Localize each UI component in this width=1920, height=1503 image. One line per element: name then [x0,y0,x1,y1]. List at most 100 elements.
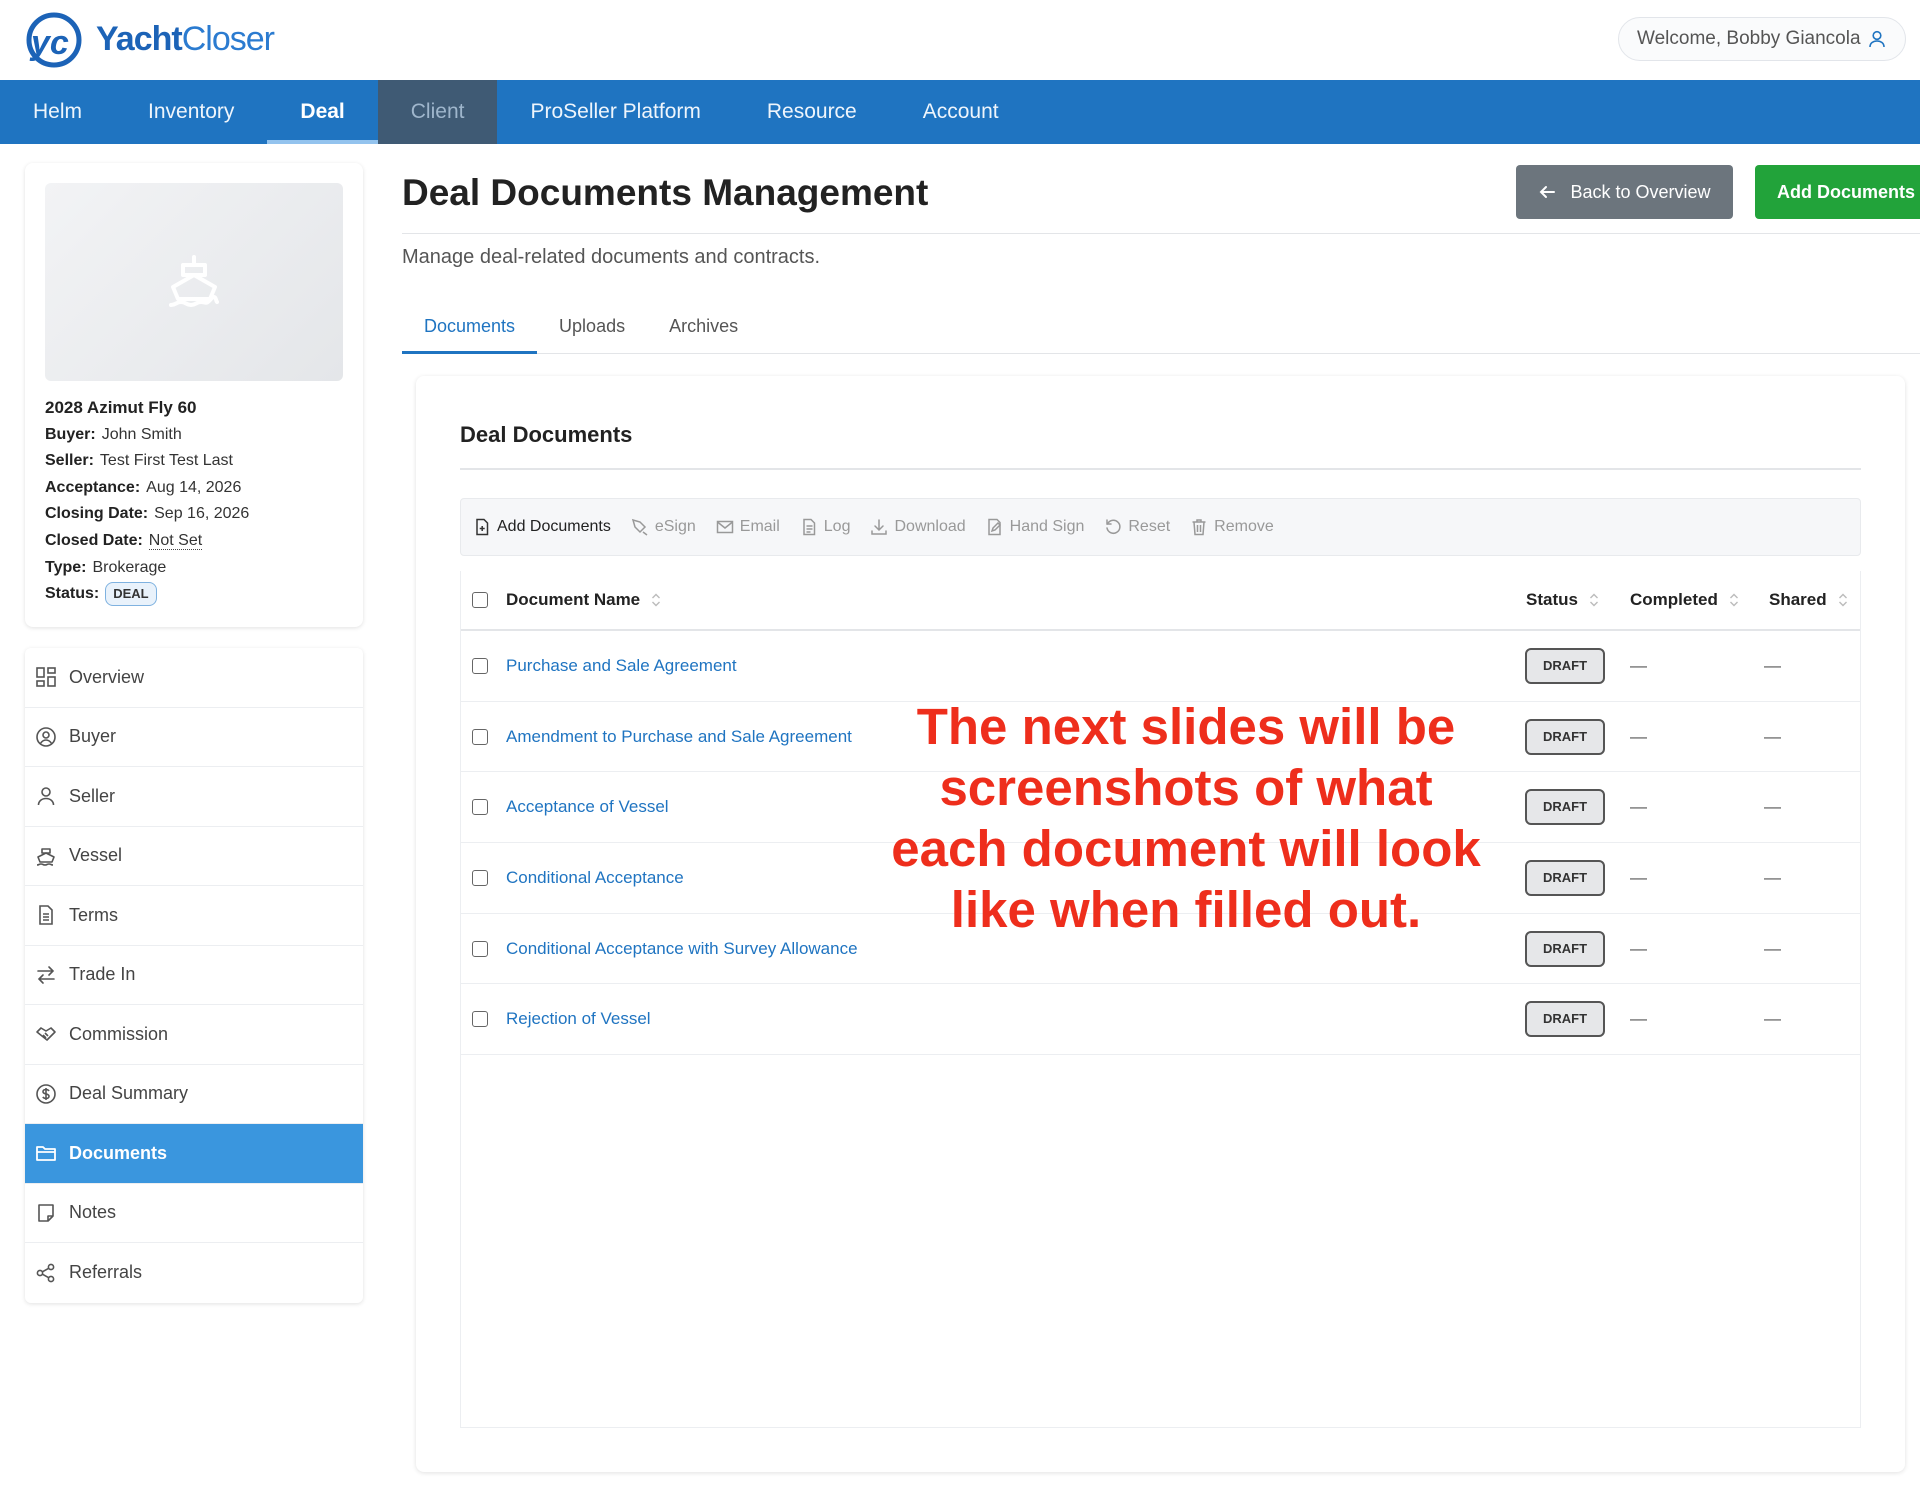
add-documents-button[interactable]: Add Documents [1755,165,1920,219]
toolbar-remove-button[interactable]: Remove [1190,518,1274,536]
sidebar-item-trade-in[interactable]: Trade In [25,946,363,1005]
sidebar-item-commission[interactable]: Commission [25,1005,363,1065]
vessel-details: 2028 Azimut Fly 60 Buyer: John Smith Sell… [45,395,249,608]
nav-deal[interactable]: Deal [267,80,379,144]
nav-inventory[interactable]: Inventory [115,80,267,144]
logo-wordmark: YachtCloser [96,19,275,58]
page-title: Deal Documents Management [402,172,929,213]
shared-value: — [1764,938,1781,958]
handshake-icon [36,1027,56,1042]
deal-side-nav: Overview Buyer Seller Vessel Terms Trade… [25,648,363,1303]
sidebar-item-seller[interactable]: Seller [25,767,363,827]
column-header-document-name[interactable]: Document Name [506,590,662,610]
document-link[interactable]: Purchase and Sale Agreement [506,656,737,676]
row-checkbox[interactable] [472,940,488,957]
document-link[interactable]: Conditional Acceptance [506,868,684,888]
closed-date-value[interactable]: Not Set [148,531,203,550]
document-link[interactable]: Acceptance of Vessel [506,797,669,817]
toolbar-log-button[interactable]: Log [800,518,850,536]
column-header-shared[interactable]: Shared [1769,590,1849,610]
closing-date-row: Closing Date: Sep 16, 2026 [45,505,250,523]
completed-value: — [1630,655,1647,675]
shared-value: — [1764,655,1781,675]
buyer-row: Buyer: John Smith [45,425,182,443]
vessel-card: 2028 Azimut Fly 60 Buyer: John Smith Sell… [25,163,363,627]
toolbar-esign-button[interactable]: eSign [631,518,696,536]
swap-icon [37,965,55,984]
toolbar-add-documents-button[interactable]: Add Documents [473,518,611,536]
yc-logo-icon: yc [26,12,82,68]
download-icon [871,519,888,535]
select-all-checkbox[interactable] [472,592,488,608]
sidebar-item-notes[interactable]: Notes [25,1184,363,1243]
main-nav: Helm Inventory Deal Client ProSeller Pla… [0,80,1920,144]
column-header-completed[interactable]: Completed [1630,590,1740,610]
status-badge: DRAFT [1525,1001,1605,1038]
top-bar: yc YachtCloser Welcome, Bobby Giancola [0,0,1920,80]
sidebar-item-documents[interactable]: Documents [25,1124,363,1184]
tab-archives[interactable]: Archives [647,300,760,353]
nav-account[interactable]: Account [890,80,1032,144]
toolbar-reset-button[interactable]: Reset [1104,518,1170,536]
sidebar-item-deal-summary[interactable]: Deal Summary [25,1065,363,1124]
row-checkbox[interactable] [472,1011,488,1028]
slide-annotation-text: The next slides will be screenshots of w… [891,698,1481,938]
sidebar-item-overview[interactable]: Overview [25,648,363,708]
log-icon [803,518,816,536]
vessel-image-placeholder [45,183,343,381]
table-row: Purchase and Sale Agreement DRAFT — — [461,631,1860,702]
column-header-status[interactable]: Status [1526,590,1600,610]
sort-icon [1589,593,1598,607]
toolbar-hand-sign-button[interactable]: Hand Sign [986,518,1084,536]
ship-icon [36,847,55,866]
completed-value: — [1630,797,1647,817]
page-subtitle: Manage deal-related documents and contra… [402,246,821,268]
type-row: Type: Brokerage [45,558,167,576]
arrow-left-icon [1540,186,1556,198]
grid-icon [36,667,56,688]
sidebar-item-buyer[interactable]: Buyer [25,708,363,767]
document-icon [39,905,53,926]
row-checkbox[interactable] [472,728,488,745]
table-row: Rejection of Vessel DRAFT — — [461,984,1860,1056]
back-to-overview-button[interactable]: Back to Overview [1516,165,1733,219]
title-divider [402,233,1920,234]
user-icon [1869,30,1885,48]
nav-client[interactable]: Client [377,80,498,144]
status-badge: DRAFT [1525,789,1605,826]
row-checkbox[interactable] [472,799,488,816]
seller-row: Seller: Test First Test Last [45,452,233,470]
row-checkbox[interactable] [472,869,488,886]
tab-uploads[interactable]: Uploads [537,300,647,353]
nav-helm[interactable]: Helm [0,80,115,144]
shared-value: — [1764,726,1781,746]
document-link[interactable]: Amendment to Purchase and Sale Agreement [506,727,852,747]
toolbar-email-button[interactable]: Email [716,518,780,536]
documents-toolbar: Add Documents eSign Email Log Download H… [460,498,1861,556]
user-circle-icon [36,726,56,747]
document-tabs: Documents Uploads Archives [402,300,1920,354]
file-plus-icon [476,518,489,536]
mail-icon [716,520,734,534]
user-icon [37,787,55,806]
yachtcloser-logo[interactable]: yc YachtCloser [22,10,275,68]
toolbar-download-button[interactable]: Download [870,518,966,536]
nav-proseller-platform[interactable]: ProSeller Platform [497,80,733,144]
vessel-title: 2028 Azimut Fly 60 [45,398,197,417]
completed-value: — [1630,1009,1647,1029]
sidebar-item-vessel[interactable]: Vessel [25,827,363,886]
row-checkbox[interactable] [472,657,488,674]
closed-date-row: Closed Date: Not Set [45,531,203,550]
acceptance-row: Acceptance: Aug 14, 2026 [45,478,242,496]
trash-icon [1192,519,1206,536]
tab-documents[interactable]: Documents [402,300,538,354]
completed-value: — [1630,726,1647,746]
welcome-user-button[interactable]: Welcome, Bobby Giancola [1618,17,1906,61]
sidebar-item-referrals[interactable]: Referrals [25,1243,363,1303]
document-link[interactable]: Conditional Acceptance with Survey Allow… [506,939,858,959]
nav-resource[interactable]: Resource [734,80,890,144]
status-badge: DRAFT [1525,718,1605,755]
share-icon [36,1263,55,1283]
document-link[interactable]: Rejection of Vessel [506,1009,651,1029]
sidebar-item-terms[interactable]: Terms [25,886,363,946]
